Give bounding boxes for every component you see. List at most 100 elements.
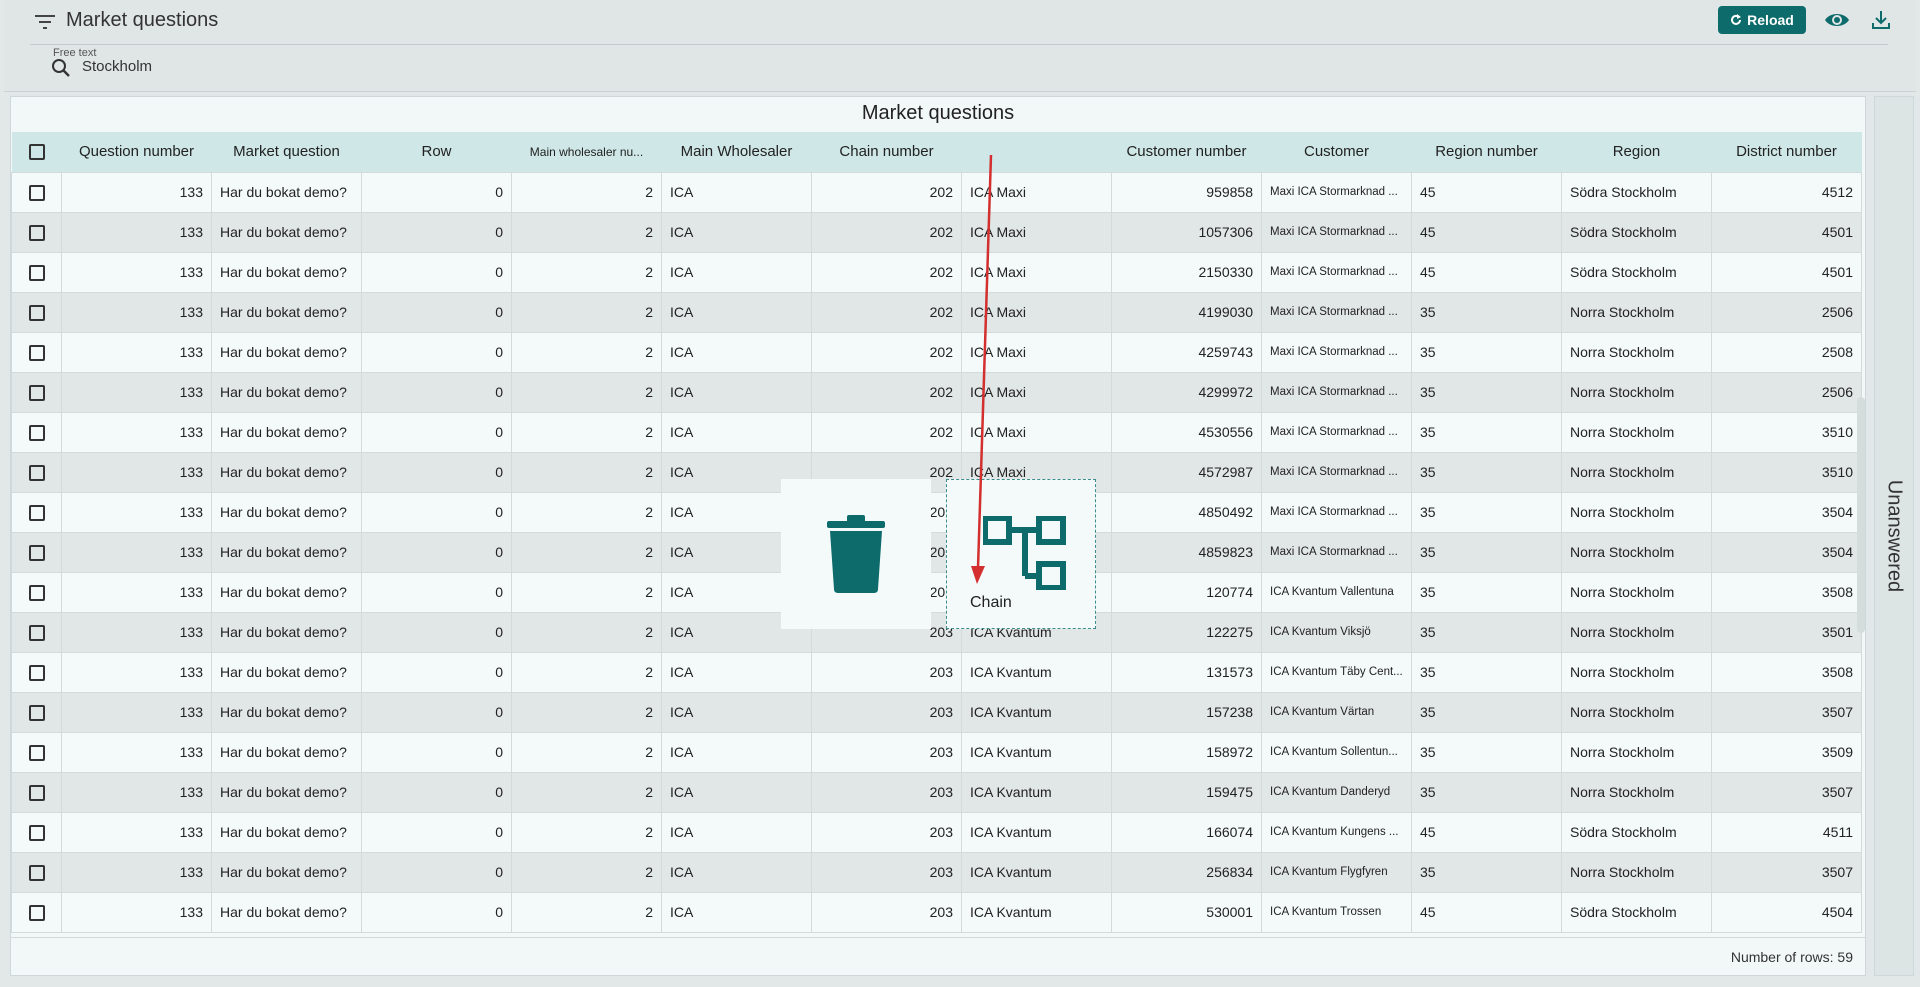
row-checkbox[interactable] xyxy=(11,251,62,293)
table-cell: ICA xyxy=(661,251,812,293)
table-row[interactable]: 133 Har du bokat demo? 0 2 ICA 202 ICA Maxi 215… xyxy=(11,251,1862,293)
table-cell: ICA xyxy=(661,771,812,813)
eye-icon[interactable] xyxy=(1824,10,1850,30)
row-checkbox[interactable] xyxy=(11,291,62,333)
table-cell: 45 xyxy=(1411,211,1562,253)
table-cell: 133 xyxy=(61,531,212,573)
table-cell: ICA Kvantum Danderyd xyxy=(1261,771,1412,813)
table-cell: 4850492 xyxy=(1111,491,1262,533)
table-cell: 0 xyxy=(361,171,512,213)
table-row[interactable]: 133 Har du bokat demo? 0 2 ICA 202 ICA Maxi 453… xyxy=(11,411,1862,453)
table-cell: ICA Kvantum xyxy=(961,771,1112,813)
table-row[interactable]: 133 Har du bokat demo? 0 2 ICA 202 ICA Maxi 419… xyxy=(11,291,1862,333)
table-cell: ICA Maxi xyxy=(961,211,1112,253)
table-row[interactable]: 133 Har du bokat demo? 0 2 ICA 202 ICA Maxi 959… xyxy=(11,171,1862,213)
filter-icon[interactable] xyxy=(34,13,56,31)
row-checkbox[interactable] xyxy=(11,731,62,773)
table-cell: 4572987 xyxy=(1111,451,1262,493)
table-row[interactable]: 133Har du bokat demo?02ICA203ICA Kvantum… xyxy=(11,891,1862,933)
table-row[interactable]: 133Har du bokat demo?02ICA202ICA Maxi485… xyxy=(11,491,1862,533)
row-checkbox[interactable] xyxy=(11,411,62,453)
row-checkbox[interactable] xyxy=(11,531,62,573)
column-header[interactable]: District number xyxy=(1712,132,1862,172)
row-checkbox[interactable] xyxy=(11,571,62,613)
chain-drop-target[interactable]: Chain xyxy=(946,479,1096,629)
column-header[interactable]: Region xyxy=(1562,132,1712,172)
table-cell: Norra Stockholm xyxy=(1561,291,1712,333)
row-checkbox[interactable] xyxy=(11,211,62,253)
table-row[interactable]: 133Har du bokat demo?02ICA203ICA Kvantum… xyxy=(11,691,1862,733)
column-header[interactable]: Chain number xyxy=(812,132,962,172)
column-header[interactable] xyxy=(962,132,1112,172)
row-checkbox[interactable] xyxy=(11,491,62,533)
table-cell: Maxi ICA Stormarknad ... xyxy=(1261,371,1412,413)
row-checkbox[interactable] xyxy=(11,811,62,853)
column-header[interactable]: Row xyxy=(362,132,512,172)
table-row[interactable]: 133Har du bokat demo?02ICA203ICA Kvantum… xyxy=(11,571,1862,613)
row-checkbox[interactable] xyxy=(11,691,62,733)
table-row[interactable]: 133Har du bokat demo?02ICA203ICA Kvantum… xyxy=(11,771,1862,813)
table-cell: 133 xyxy=(61,411,212,453)
row-checkbox[interactable] xyxy=(11,611,62,653)
column-header[interactable]: Main Wholesaler xyxy=(662,132,812,172)
row-checkbox[interactable] xyxy=(11,451,62,493)
table-row[interactable]: 133Har du bokat demo?02ICA203ICA Kvantum… xyxy=(11,611,1862,653)
reload-button[interactable]: Reload xyxy=(1718,6,1806,34)
table-cell: Maxi ICA Stormarknad ... xyxy=(1261,411,1412,453)
table-row[interactable]: 133Har du bokat demo?02ICA203ICA Kvantum… xyxy=(11,651,1862,693)
market-questions-panel: Market questions Question number Market … xyxy=(10,96,1866,976)
vertical-scrollbar[interactable] xyxy=(1857,397,1865,633)
table-cell: 35 xyxy=(1411,651,1562,693)
table-row[interactable]: 133 Har du bokat demo? 0 2 ICA 202 ICA Maxi 425… xyxy=(11,331,1862,373)
table-row[interactable]: 133 Har du bokat demo? 0 2 ICA 202 ICA Maxi 105… xyxy=(11,211,1862,253)
table-cell: Maxi ICA Stormarknad ... xyxy=(1261,211,1412,253)
table-cell: ICA xyxy=(661,371,812,413)
table-cell: ICA xyxy=(661,331,812,373)
unanswered-tab-label: Unanswered xyxy=(1883,479,1906,593)
column-header[interactable]: Customer xyxy=(1262,132,1412,172)
table-cell: Södra Stockholm xyxy=(1561,811,1712,853)
table-row[interactable]: 133 Har du bokat demo? 0 2 ICA 202 ICA Maxi 457… xyxy=(11,451,1862,493)
table-cell: Norra Stockholm xyxy=(1561,371,1712,413)
select-all-checkbox[interactable] xyxy=(12,132,62,172)
column-header[interactable]: Region number xyxy=(1412,132,1562,172)
table-cell: Norra Stockholm xyxy=(1561,851,1712,893)
table-cell: Norra Stockholm xyxy=(1561,691,1712,733)
table-cell: Maxi ICA Stormarknad ... xyxy=(1261,491,1412,533)
table-row[interactable]: 133Har du bokat demo?02ICA203ICA Kvantum… xyxy=(11,851,1862,893)
questions-table: Question number Market question Row Main… xyxy=(11,132,1862,933)
table-cell: 4511 xyxy=(1711,811,1862,853)
table-row[interactable]: 133Har du bokat demo?02ICA203ICA Kvantum… xyxy=(11,731,1862,773)
table-row[interactable]: 133 Har du bokat demo? 0 2 ICA 202 ICA Maxi 429… xyxy=(11,371,1862,413)
row-checkbox[interactable] xyxy=(11,771,62,813)
column-header[interactable]: Question number xyxy=(62,132,212,172)
column-header[interactable]: Market question xyxy=(212,132,362,172)
column-header[interactable]: Main wholesaler nu... xyxy=(512,132,662,172)
table-cell: ICA Maxi xyxy=(961,251,1112,293)
unanswered-tab[interactable]: Unanswered xyxy=(1874,96,1914,976)
table-cell: Norra Stockholm xyxy=(1561,411,1712,453)
table-row[interactable]: 133Har du bokat demo?02ICA202ICA Maxi485… xyxy=(11,531,1862,573)
table-cell: Har du bokat demo? xyxy=(211,571,362,613)
column-header[interactable]: Customer number xyxy=(1112,132,1262,172)
row-checkbox[interactable] xyxy=(11,171,62,213)
row-checkbox[interactable] xyxy=(11,851,62,893)
table-row[interactable]: 133Har du bokat demo?02ICA203ICA Kvantum… xyxy=(11,811,1862,853)
table-cell: 35 xyxy=(1411,851,1562,893)
table-cell: 2 xyxy=(511,611,662,653)
delete-drop-target[interactable] xyxy=(781,479,931,629)
table-cell: 3504 xyxy=(1711,491,1862,533)
table-cell: Har du bokat demo? xyxy=(211,451,362,493)
row-checkbox[interactable] xyxy=(11,331,62,373)
row-checkbox[interactable] xyxy=(11,651,62,693)
table-cell: 0 xyxy=(361,371,512,413)
table-cell: 0 xyxy=(361,411,512,453)
table-cell: 45 xyxy=(1411,891,1562,933)
table-cell: 4299972 xyxy=(1111,371,1262,413)
row-checkbox[interactable] xyxy=(11,891,62,933)
download-icon[interactable] xyxy=(1870,9,1892,31)
table-cell: Har du bokat demo? xyxy=(211,491,362,533)
table-cell: 2506 xyxy=(1711,371,1862,413)
free-text-input[interactable]: Stockholm xyxy=(82,58,152,75)
row-checkbox[interactable] xyxy=(11,371,62,413)
